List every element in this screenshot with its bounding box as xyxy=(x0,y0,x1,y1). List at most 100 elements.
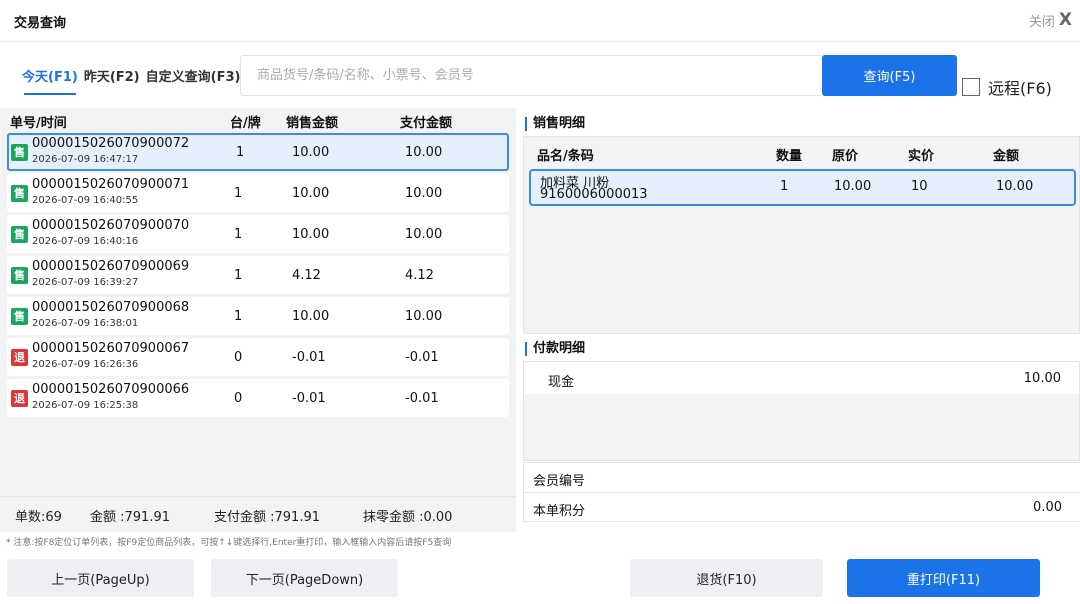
member-row: 会员编号 xyxy=(523,462,1080,492)
points-label: 本单积分 xyxy=(533,504,586,519)
order-number: 0000015026070900072 xyxy=(32,136,190,151)
query-button[interactable]: 查询(F5) xyxy=(822,55,957,96)
date-tabs: 今天(F1) 昨天(F2) 自定义查询(F3) xyxy=(22,66,246,95)
order-row[interactable]: 售 0000015026070900069 2026-07-09 16:39:2… xyxy=(7,256,509,294)
order-row[interactable]: 售 0000015026070900068 2026-07-09 16:38:0… xyxy=(7,297,509,335)
order-number: 0000015026070900071 xyxy=(32,177,190,192)
order-list-panel: 单号/时间 台/牌 销售金额 支付金额 售 000001502607090007… xyxy=(0,108,516,532)
payment-method: 现金 xyxy=(548,375,575,390)
order-time: 2026-07-09 16:39:27 xyxy=(32,277,139,288)
payment-detail-title: 付款明细 xyxy=(525,342,585,356)
header-sale-amount: 销售金额 xyxy=(286,116,339,131)
order-pay-amount: 10.00 xyxy=(405,227,443,242)
order-number: 0000015026070900070 xyxy=(32,218,190,233)
close-label: 关闭 xyxy=(1028,14,1055,30)
order-row[interactable]: 售 0000015026070900071 2026-07-09 16:40:5… xyxy=(7,174,509,212)
close-icon: X xyxy=(1058,10,1072,30)
order-row[interactable]: 售 0000015026070900070 2026-07-09 16:40:1… xyxy=(7,215,509,253)
order-table: 1 xyxy=(234,268,243,283)
header-pay-amount: 支付金额 xyxy=(400,116,453,131)
order-sale-amount: 10.00 xyxy=(292,227,330,242)
checkbox-box[interactable] xyxy=(962,78,980,96)
tab-custom-query[interactable]: 自定义查询(F3) xyxy=(146,66,241,95)
header-orig-price: 原价 xyxy=(832,149,859,164)
tab-today[interactable]: 今天(F1) xyxy=(22,66,78,95)
item-qty: 1 xyxy=(780,179,789,194)
order-pay-amount: 4.12 xyxy=(405,268,434,283)
item-actual-price: 10 xyxy=(911,179,928,194)
search-input[interactable] xyxy=(240,55,822,96)
order-pay-amount: -0.01 xyxy=(405,350,439,365)
order-sale-amount: 10.00 xyxy=(292,145,330,160)
order-pay-amount: -0.01 xyxy=(405,391,439,406)
order-pay-amount: 10.00 xyxy=(405,186,443,201)
summary-bar: 单数:69 金额 :791.91 支付金额 :791.91 抹零金额 :0.00 xyxy=(0,496,516,532)
sale-badge: 售 xyxy=(11,144,28,161)
header-order-time: 单号/时间 xyxy=(10,116,67,131)
summary-count: 单数:69 xyxy=(15,510,62,525)
summary-rounding: 抹零金额 :0.00 xyxy=(363,510,453,525)
hint-note: * 注意:按F8定位订单列表，按F9定位商品列表，可按↑↓键选择行,Enter重… xyxy=(6,535,451,548)
order-pay-amount: 10.00 xyxy=(405,309,443,324)
order-table: 1 xyxy=(234,227,243,242)
close-button[interactable]: 关闭 X xyxy=(1029,10,1072,30)
prev-page-button[interactable]: 上一页(PageUp) xyxy=(7,559,194,597)
order-sale-amount: 10.00 xyxy=(292,309,330,324)
header-table: 台/牌 xyxy=(230,116,261,131)
sale-badge: 售 xyxy=(11,308,28,325)
points-value: 0.00 xyxy=(1033,500,1062,515)
reprint-button[interactable]: 重打印(F11) xyxy=(847,559,1040,597)
payment-row: 现金 10.00 xyxy=(524,362,1079,394)
remote-checkbox[interactable]: 远程(F6) xyxy=(962,75,1052,99)
order-row[interactable]: 退 0000015026070900066 2026-07-09 16:25:3… xyxy=(7,379,509,417)
order-number: 0000015026070900068 xyxy=(32,300,190,315)
header-actual-price: 实价 xyxy=(908,149,935,164)
item-amount: 10.00 xyxy=(996,179,1034,194)
order-number: 0000015026070900066 xyxy=(32,382,190,397)
item-orig-price: 10.00 xyxy=(834,179,872,194)
tab-yesterday[interactable]: 昨天(F2) xyxy=(84,66,140,95)
order-number: 0000015026070900067 xyxy=(32,341,190,356)
header-amount: 金额 xyxy=(993,149,1020,164)
refund-button[interactable]: 退货(F10) xyxy=(630,559,823,597)
order-sale-amount: 4.12 xyxy=(292,268,321,283)
sales-detail-title: 销售明细 xyxy=(525,117,585,131)
order-sale-amount: -0.01 xyxy=(292,350,326,365)
order-time: 2026-07-09 16:47:17 xyxy=(32,154,139,165)
window-title: 交易查询 xyxy=(14,16,67,31)
remote-label: 远程(F6) xyxy=(988,79,1052,98)
order-time: 2026-07-09 16:40:16 xyxy=(32,236,139,247)
sales-detail-table: 品名/条码 数量 原价 实价 金额 加料菜 川粉 9160006000013 1… xyxy=(523,136,1080,334)
refund-badge: 退 xyxy=(11,390,28,407)
order-table: 0 xyxy=(234,350,243,365)
summary-amount: 金额 :791.91 xyxy=(90,510,170,525)
title-bar: 交易查询 关闭 X xyxy=(0,0,1080,42)
order-table: 0 xyxy=(234,391,243,406)
order-time: 2026-07-09 16:38:01 xyxy=(32,318,139,329)
payment-detail-table: 现金 10.00 xyxy=(523,361,1080,461)
note-text: 注意:按F8定位订单列表，按F9定位商品列表，可按↑↓键选择行,Enter重打印… xyxy=(10,538,452,548)
sale-badge: 售 xyxy=(11,267,28,284)
order-table: 1 xyxy=(236,145,245,160)
sale-badge: 售 xyxy=(11,185,28,202)
order-pay-amount: 10.00 xyxy=(405,145,443,160)
order-sale-amount: 10.00 xyxy=(292,186,330,201)
order-table: 1 xyxy=(234,186,243,201)
header-item-name: 品名/条码 xyxy=(537,149,594,164)
order-sale-amount: -0.01 xyxy=(292,391,326,406)
order-list-header: 单号/时间 台/牌 销售金额 支付金额 xyxy=(0,108,516,132)
order-number: 0000015026070900069 xyxy=(32,259,190,274)
item-barcode: 9160006000013 xyxy=(540,187,648,202)
order-row[interactable]: 售 0000015026070900072 2026-07-09 16:47:1… xyxy=(7,133,509,171)
summary-paid: 支付金额 :791.91 xyxy=(214,510,320,525)
sales-detail-row[interactable]: 加料菜 川粉 9160006000013 1 10.00 10 10.00 xyxy=(529,169,1076,206)
payment-amount: 10.00 xyxy=(1023,371,1061,386)
refund-badge: 退 xyxy=(11,349,28,366)
order-time: 2026-07-09 16:40:55 xyxy=(32,195,139,206)
next-page-button[interactable]: 下一页(PageDown) xyxy=(211,559,398,597)
order-table: 1 xyxy=(234,309,243,324)
order-row[interactable]: 退 0000015026070900067 2026-07-09 16:26:3… xyxy=(7,338,509,376)
sale-badge: 售 xyxy=(11,226,28,243)
order-time: 2026-07-09 16:25:38 xyxy=(32,400,139,411)
order-time: 2026-07-09 16:26:36 xyxy=(32,359,139,370)
